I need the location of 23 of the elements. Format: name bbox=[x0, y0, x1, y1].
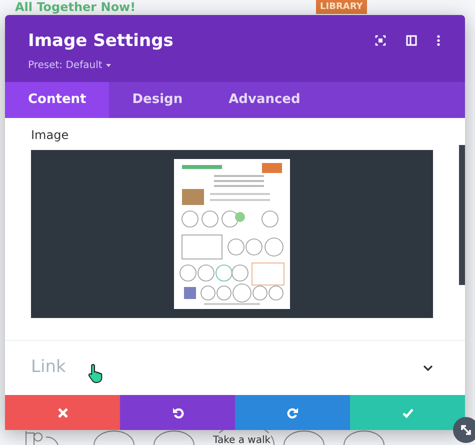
tab[interactable]: Design bbox=[109, 82, 206, 118]
modal-title: Image Settings bbox=[28, 30, 174, 53]
library-badge: LIBRARY bbox=[316, 0, 367, 14]
more-options-icon[interactable] bbox=[437, 35, 440, 46]
image-upload-area[interactable] bbox=[31, 150, 433, 318]
close-icon bbox=[56, 406, 68, 418]
worksheet-caption: Take a walk bbox=[213, 433, 271, 445]
checkmark-icon bbox=[402, 406, 414, 418]
hand-cursor-icon bbox=[88, 363, 104, 383]
undo-icon bbox=[172, 406, 184, 418]
fullscreen-icon[interactable] bbox=[375, 35, 386, 46]
page-heading: All Together Now! bbox=[15, 0, 136, 14]
tab[interactable]: Advanced bbox=[206, 82, 324, 118]
resize-arrows-icon bbox=[460, 424, 472, 436]
sidebar-layout-icon[interactable] bbox=[406, 35, 417, 46]
save-button[interactable] bbox=[350, 395, 465, 430]
caret-icon bbox=[106, 64, 112, 66]
field-label: Image bbox=[31, 127, 70, 144]
tab[interactable]: Content bbox=[5, 82, 110, 118]
redo-icon bbox=[286, 406, 298, 418]
scrollbar-thumb[interactable] bbox=[459, 145, 465, 285]
preset-dropdown[interactable]: Preset: Default bbox=[28, 58, 112, 72]
resize-handle[interactable] bbox=[453, 417, 475, 443]
